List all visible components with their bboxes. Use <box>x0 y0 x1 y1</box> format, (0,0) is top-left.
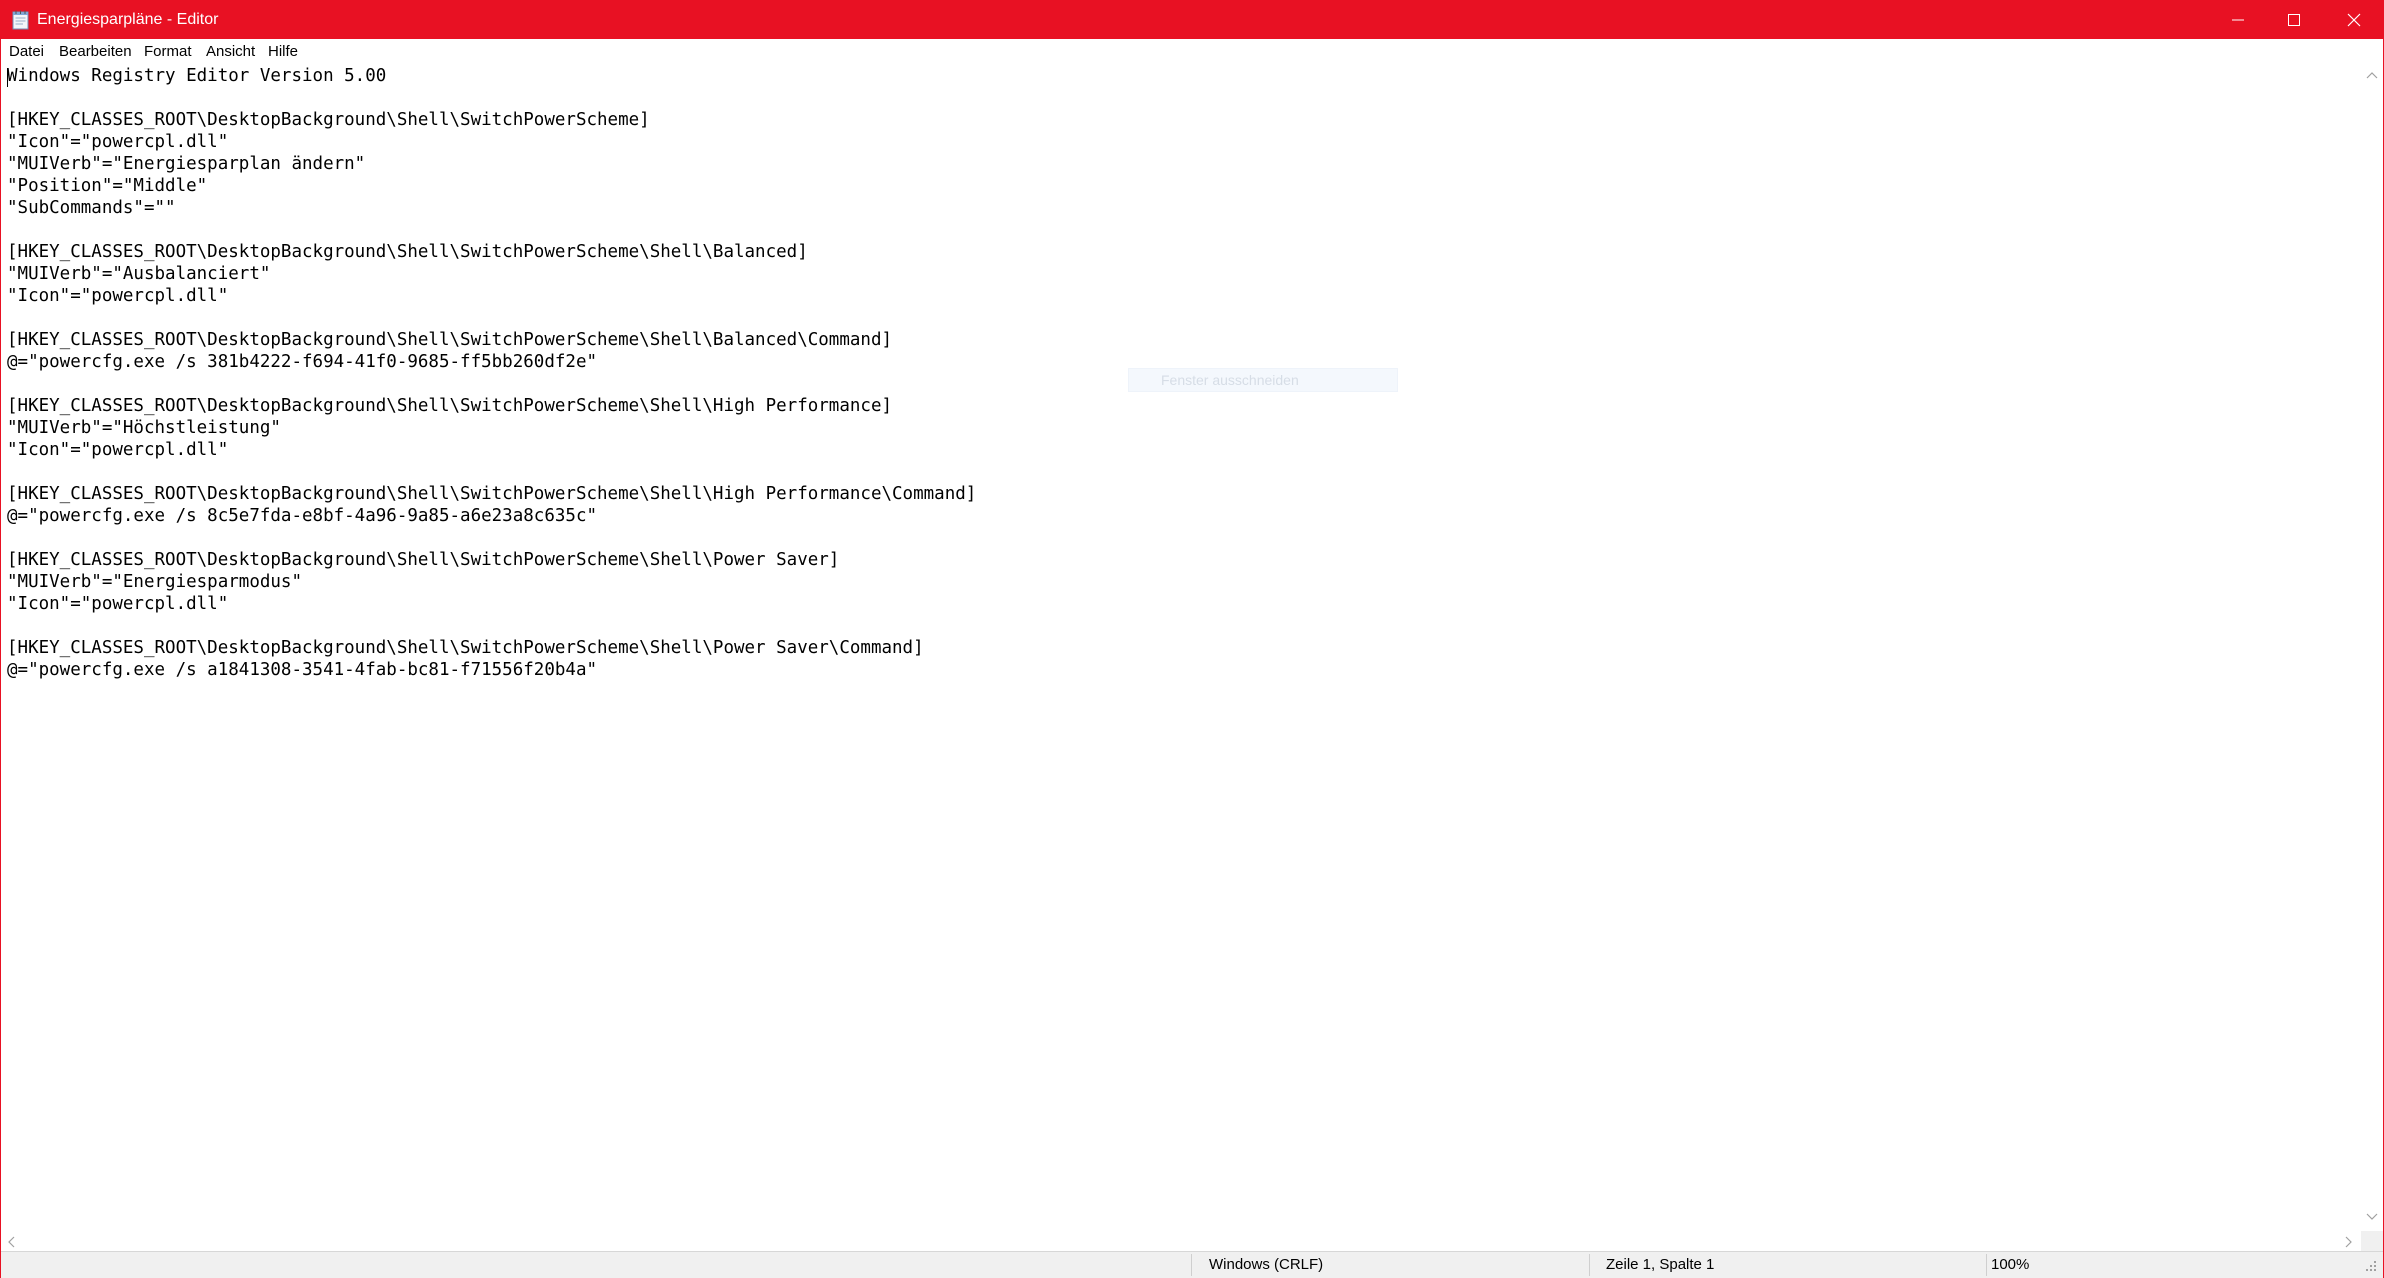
close-button[interactable] <box>2319 1 2384 39</box>
status-bar: Windows (CRLF) Zeile 1, Spalte 1 100% <box>1 1251 2383 1278</box>
horizontal-scrollbar[interactable] <box>1 1231 2361 1251</box>
text-editor[interactable]: Windows Registry Editor Version 5.00 [HK… <box>1 65 2361 1231</box>
snip-window-tooltip: Fenster ausschneiden <box>1128 368 1398 392</box>
notepad-icon[interactable] <box>12 10 30 30</box>
menu-bearbeiten[interactable]: Bearbeiten <box>59 39 132 65</box>
vertical-scrollbar[interactable] <box>2361 65 2383 1231</box>
scrollbar-corner <box>2361 1231 2383 1251</box>
scroll-up-arrow-icon[interactable] <box>2366 71 2378 79</box>
title-bar[interactable]: Energiesparpläne - Editor <box>1 1 2383 39</box>
status-separator <box>1589 1254 1590 1276</box>
scroll-left-arrow-icon[interactable] <box>7 1236 15 1248</box>
editor-content[interactable]: Windows Registry Editor Version 5.00 [HK… <box>7 65 976 681</box>
maximize-icon <box>2288 14 2300 26</box>
status-zoom: 100% <box>1991 1256 2030 1273</box>
notepad-window: Energiesparpläne - Editor Datei Bearbeit… <box>0 0 2384 1278</box>
status-separator <box>1986 1254 1987 1276</box>
menu-hilfe[interactable]: Hilfe <box>268 39 298 65</box>
status-line-ending: Windows (CRLF) <box>1209 1256 1324 1273</box>
status-cursor-position: Zeile 1, Spalte 1 <box>1606 1256 1715 1273</box>
window-title: Energiesparpläne - Editor <box>37 11 219 28</box>
menu-bar: Datei Bearbeiten Format Ansicht Hilfe <box>1 39 2383 65</box>
scroll-right-arrow-icon[interactable] <box>2345 1236 2353 1248</box>
text-caret <box>7 68 8 87</box>
close-icon <box>2347 13 2361 27</box>
resize-grip-icon[interactable] <box>2365 1260 2377 1272</box>
menu-datei[interactable]: Datei <box>9 39 44 65</box>
menu-format[interactable]: Format <box>144 39 192 65</box>
menu-ansicht[interactable]: Ansicht <box>206 39 255 65</box>
scroll-down-arrow-icon[interactable] <box>2366 1213 2378 1221</box>
minimize-icon <box>2232 19 2244 21</box>
status-separator <box>1191 1254 1192 1276</box>
